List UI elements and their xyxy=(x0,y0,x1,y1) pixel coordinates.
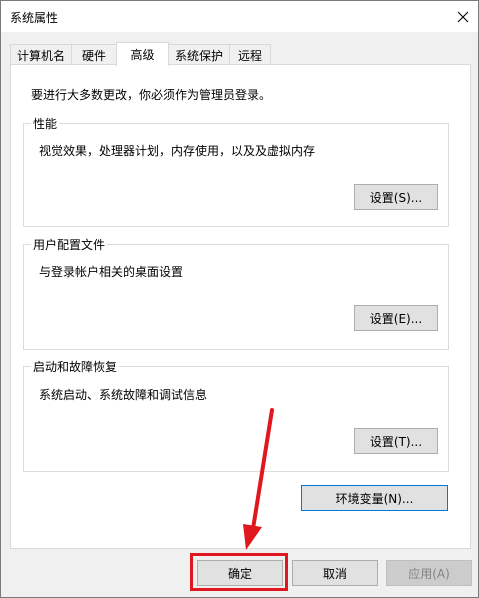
performance-group-title: 性能 xyxy=(31,115,60,132)
tab-advanced[interactable]: 高级 xyxy=(116,42,169,66)
admin-notice: 要进行大多数更改，你必须作为管理员登录。 xyxy=(31,88,272,102)
ok-button[interactable]: 确定 xyxy=(197,560,283,586)
performance-settings-button[interactable]: 设置(S)... xyxy=(354,184,438,210)
user-profiles-desc: 与登录帐户相关的桌面设置 xyxy=(39,265,184,279)
close-button[interactable] xyxy=(448,1,478,32)
tab-system-protection[interactable]: 系统保护 xyxy=(168,44,230,65)
cancel-button[interactable]: 取消 xyxy=(292,560,378,586)
window-title: 系统属性 xyxy=(10,11,59,25)
user-profiles-group-title: 用户配置文件 xyxy=(31,236,108,253)
startup-recovery-desc: 系统启动、系统故障和调试信息 xyxy=(39,388,208,402)
title-bar: 系统属性 xyxy=(1,1,478,32)
user-profiles-settings-button[interactable]: 设置(E)... xyxy=(354,305,438,331)
system-properties-window: 系统属性 计算机名 硬件 高级 系统保护 远程 要进行大多数更改，你必须作为管理… xyxy=(0,0,479,598)
user-profiles-group: 用户配置文件 与登录帐户相关的桌面设置 设置(E)... xyxy=(23,236,449,350)
tab-hardware[interactable]: 硬件 xyxy=(71,44,117,65)
performance-desc: 视觉效果，处理器计划，内存使用，以及及虚拟内存 xyxy=(39,144,316,158)
startup-recovery-group-title: 启动和故障恢复 xyxy=(31,358,120,375)
ok-button-label: 确定 xyxy=(227,566,252,581)
advanced-tab-panel: 要进行大多数更改，你必须作为管理员登录。 性能 视觉效果，处理器计划，内存使用，… xyxy=(10,64,471,549)
apply-button[interactable]: 应用(A) xyxy=(386,560,472,586)
environment-variables-button[interactable]: 环境变量(N)... xyxy=(301,485,448,511)
environment-variables-label: 环境变量(N)... xyxy=(335,491,414,506)
tab-remote[interactable]: 远程 xyxy=(229,44,271,65)
startup-recovery-settings-button[interactable]: 设置(T)... xyxy=(354,428,438,454)
close-icon xyxy=(457,11,469,22)
performance-group: 性能 视觉效果，处理器计划，内存使用，以及及虚拟内存 设置(S)... xyxy=(23,115,449,227)
tab-computer-name[interactable]: 计算机名 xyxy=(10,44,72,65)
startup-recovery-group: 启动和故障恢复 系统启动、系统故障和调试信息 设置(T)... xyxy=(23,358,449,472)
